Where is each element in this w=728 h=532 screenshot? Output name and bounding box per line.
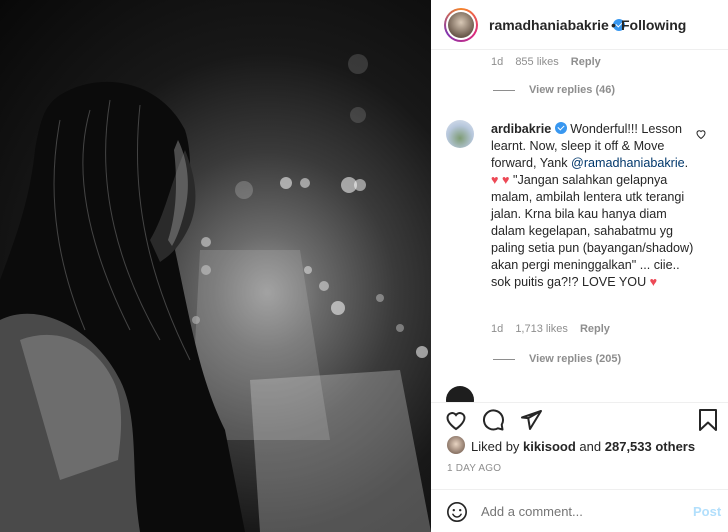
bookmark-icon[interactable]	[697, 408, 719, 432]
heart-emoji: ♥	[649, 275, 658, 289]
mention-link[interactable]: @ramadhaniabakrie	[571, 156, 685, 170]
post-button[interactable]: Post	[693, 504, 721, 519]
comment-time: 1d	[491, 323, 504, 335]
view-replies-button[interactable]: View replies (46)	[493, 84, 615, 96]
comment-time: 1d	[491, 56, 504, 68]
previous-comment-meta: 1d 855 likes Reply	[491, 56, 610, 68]
view-replies-button[interactable]: View replies (205)	[493, 353, 621, 365]
post-photo[interactable]	[0, 0, 431, 532]
comment-meta: 1d 1,713 likes Reply	[491, 323, 619, 335]
reply-button[interactable]: Reply	[571, 56, 601, 68]
comment-body: ardibakrie Wonderful!!! Lesson learnt. N…	[491, 122, 694, 289]
comment-likes[interactable]: 855 likes	[515, 56, 558, 68]
likes-count[interactable]: 287,533 others	[605, 439, 695, 454]
heart-emoji: ♥ ♥	[491, 173, 510, 187]
post-timestamp[interactable]: 1 DAY AGO	[447, 463, 501, 474]
author-username[interactable]: ramadhaniabakrie	[489, 17, 609, 33]
commenter-avatar[interactable]	[446, 120, 474, 148]
verified-badge-icon	[554, 122, 567, 134]
header-separator: •	[611, 17, 616, 33]
comment-icon[interactable]	[481, 408, 505, 432]
next-commenter-avatar[interactable]	[446, 386, 474, 402]
share-icon[interactable]	[519, 408, 543, 432]
liked-by-text: Liked by kikisood and 287,533 others	[471, 439, 696, 454]
post-panel: ramadhaniabakrie • Following 1d 855 like…	[431, 0, 728, 532]
post-header: ramadhaniabakrie • Following	[431, 0, 728, 50]
photo-scene	[0, 54, 431, 532]
reply-button[interactable]: Reply	[580, 323, 610, 335]
action-bar: Liked by kikisood and 287,533 others 1 D…	[431, 402, 728, 532]
liked-by-username[interactable]: kikisood	[523, 439, 576, 454]
heart-outline-icon[interactable]	[695, 128, 707, 143]
add-comment-bar: Post	[431, 489, 728, 532]
comment-input[interactable]	[481, 504, 681, 519]
comment-likes[interactable]: 1,713 likes	[515, 323, 568, 335]
commenter-username[interactable]: ardibakrie	[491, 122, 551, 136]
liked-by-avatar[interactable]	[447, 436, 465, 454]
following-button[interactable]: Following	[621, 17, 686, 33]
author-avatar[interactable]	[444, 8, 478, 42]
comment-quote: "Jangan salahkan gelapnya malam, ambilah…	[491, 173, 694, 289]
comments-list[interactable]: 1d 855 likes Reply View replies (46) ard…	[431, 50, 728, 402]
emoji-icon[interactable]	[446, 501, 468, 523]
heart-icon[interactable]	[444, 408, 468, 432]
